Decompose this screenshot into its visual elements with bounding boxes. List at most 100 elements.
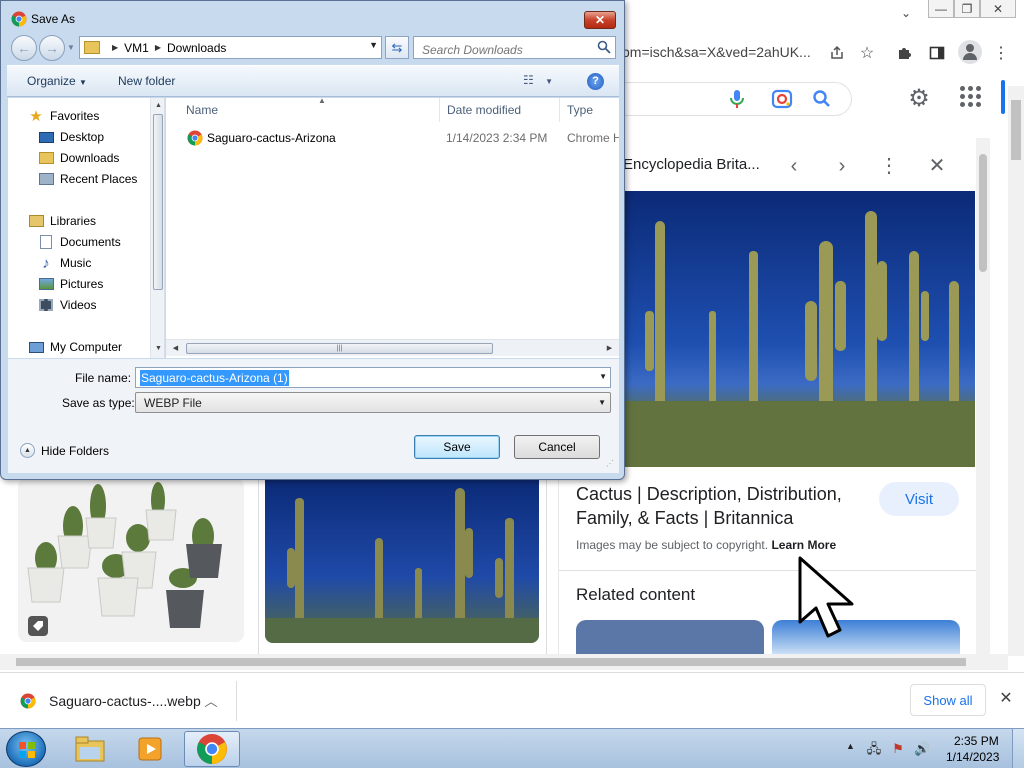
recent-locations-chevron-icon[interactable]: ▼ [67,43,77,53]
address-breadcrumb[interactable]: ▶ VM1 ▶ Downloads ▼ [79,36,382,59]
more-options-icon[interactable]: ⋮ [875,152,903,180]
start-button[interactable] [6,731,46,767]
google-lens-icon[interactable] [770,88,794,110]
download-file-name[interactable]: Saguaro-cactus-....webp [49,693,201,709]
column-header-name[interactable]: Name ▲ [178,98,440,122]
show-all-button[interactable]: Show all [910,684,986,716]
side-panel-icon[interactable] [926,42,948,64]
page-vertical-scrollbar-thumb[interactable] [1011,100,1021,160]
nav-recent-places[interactable]: Recent Places [38,169,137,189]
nav-libraries[interactable]: Libraries [28,211,96,231]
profile-avatar[interactable] [958,40,982,64]
help-icon[interactable]: ? [587,73,604,90]
download-shelf: Saguaro-cactus-....webp ︿ Show all ✕ [0,672,1024,728]
column-header-type[interactable]: Type [559,98,619,122]
panel-source-name[interactable]: Encyclopedia Brita... [623,156,760,173]
clock-time[interactable]: 2:35 PM [954,734,999,748]
show-desktop-button[interactable] [1012,729,1024,768]
show-hidden-icons-arrow-icon[interactable]: ▲ [846,741,855,751]
chevron-up-icon[interactable]: ︿ [202,691,220,709]
voice-search-mic-icon[interactable] [728,88,746,110]
file-list-scrollbar-thumb[interactable]: ||| [186,343,493,354]
back-arrow-icon[interactable]: ← [11,35,37,61]
hide-folders-label: Hide Folders [41,443,110,458]
panel-scrollbar[interactable] [976,138,990,654]
google-apps-grid-icon[interactable] [960,86,982,108]
nav-pictures[interactable]: Pictures [38,274,103,294]
nav-music[interactable]: ♪ Music [38,253,91,273]
search-icon[interactable] [597,40,611,54]
share-icon[interactable] [826,42,848,64]
close-window-button[interactable]: ✕ [980,0,1016,18]
navigation-pane-scrollbar[interactable]: ▲ ▼ [150,98,164,358]
chevron-down-icon[interactable]: ▼ [598,398,606,407]
visit-button[interactable]: Visit [879,482,959,516]
page-horizontal-scrollbar[interactable] [0,654,1008,670]
nav-videos[interactable]: Videos [38,295,96,315]
nav-downloads[interactable]: Downloads [38,148,119,168]
resize-grip-icon[interactable]: ⋰ [606,459,616,469]
breadcrumb-separator-icon[interactable]: ▶ [155,43,161,52]
file-type-cell: Chrome H [567,131,619,145]
nav-favorites[interactable]: ★ Favorites [28,106,99,126]
hide-folders-toggle[interactable]: ▲ Hide Folders [20,443,109,458]
file-list-horizontal-scrollbar[interactable]: ◀ ||| ▶ [166,339,619,356]
nav-my-computer[interactable]: My Computer [28,337,122,357]
nav-desktop[interactable]: Desktop [38,127,104,147]
restore-button[interactable]: ❐ [954,0,980,18]
learn-more-link[interactable]: Learn More [771,538,836,552]
save-button[interactable]: Save [414,435,500,459]
clock-date[interactable]: 1/14/2023 [946,750,999,764]
panel-scrollbar-thumb[interactable] [979,154,987,272]
related-thumbnail[interactable] [576,620,764,654]
page-vertical-scrollbar[interactable] [1008,86,1024,656]
file-name-input[interactable]: Saguaro-cactus-Arizona (1) ▼ [135,367,611,388]
column-header-date-modified[interactable]: Date modified [439,98,560,122]
scroll-right-arrow-icon[interactable]: ▶ [602,341,617,356]
close-panel-icon[interactable]: ✕ [923,152,951,180]
next-chevron-icon[interactable]: › [828,152,856,180]
change-view-button[interactable]: ☷ ▼ [523,73,561,91]
taskbar-explorer[interactable] [62,731,118,767]
taskbar-media-player[interactable] [122,731,178,767]
minimize-button[interactable]: — [928,0,954,18]
volume-speaker-icon[interactable]: 🔊 [914,741,930,757]
network-icon[interactable]: 🖧 [866,741,882,757]
settings-gear-icon[interactable]: ⚙ [906,86,932,112]
search-icon[interactable] [812,89,832,109]
new-folder-button[interactable]: New folder [118,74,175,88]
refresh-icon[interactable]: ⇆ [385,36,409,59]
result-thumbnail-cactus-pots[interactable] [18,478,244,642]
navigation-scrollbar-thumb[interactable] [153,114,163,290]
preview-image-saguaro[interactable] [619,191,975,467]
result-thumbnail-saguaro[interactable] [265,478,539,643]
breadcrumb-separator-icon[interactable]: ▶ [112,43,118,52]
address-dropdown-icon[interactable]: ▼ [369,40,378,50]
page-horizontal-scrollbar-thumb[interactable] [16,658,966,666]
breadcrumb-downloads[interactable]: Downloads [167,41,226,55]
previous-chevron-icon[interactable]: ‹ [780,152,808,180]
bookmark-star-icon[interactable]: ☆ [856,42,878,64]
nav-documents[interactable]: Documents [38,232,121,252]
file-name-dropdown-icon[interactable]: ▼ [599,372,607,381]
scroll-down-arrow-icon[interactable]: ▼ [151,341,164,356]
address-bar-url[interactable]: bm=isch&sa=X&ved=2ahUK... [622,44,811,60]
nav-downloads-label: Downloads [60,151,120,165]
scroll-up-arrow-icon[interactable]: ▲ [151,98,164,113]
save-as-type-select[interactable]: WEBP File ▼ [135,392,611,413]
taskbar-chrome[interactable] [184,731,240,767]
action-center-flag-icon[interactable]: ⚑ [890,741,906,757]
cancel-button[interactable]: Cancel [514,435,600,459]
breadcrumb-vm1[interactable]: VM1 [124,41,149,55]
scroll-left-arrow-icon[interactable]: ◀ [168,341,183,356]
panel-image-title[interactable]: Cactus | Description, Distribution, Fami… [576,482,876,530]
search-downloads-input[interactable] [413,36,616,59]
file-name-value[interactable]: Saguaro-cactus-Arizona (1) [140,370,289,386]
forward-arrow-icon[interactable]: → [39,35,65,61]
organize-button[interactable]: Organize ▼ [27,74,87,88]
close-icon[interactable]: ✕ [996,689,1016,709]
extensions-puzzle-icon[interactable] [894,42,916,64]
dialog-close-button[interactable]: ✕ [584,11,616,29]
tab-search-chevron-icon[interactable]: ⌄ [896,6,916,26]
chrome-menu-icon[interactable]: ⋮ [990,42,1012,64]
